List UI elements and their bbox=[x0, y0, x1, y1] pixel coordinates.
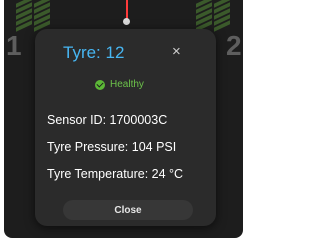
left-tyre-tread-2 bbox=[34, 0, 50, 32]
tyre-temperature-text: Tyre Temperature: 24 °C bbox=[47, 167, 184, 181]
right-tyre-tread-2 bbox=[214, 0, 230, 32]
sensor-id-text: Sensor ID: 1700003C bbox=[47, 113, 168, 127]
location-pin-line bbox=[126, 0, 128, 20]
right-tyre-number: 2 bbox=[226, 30, 242, 61]
tyre-details-dialog: Tyre: 12 × Healthy Sensor ID: 1700003C T… bbox=[35, 29, 216, 226]
close-icon[interactable]: × bbox=[172, 43, 181, 60]
tyre-pressure-text: Tyre Pressure: 104 PSI bbox=[47, 140, 177, 154]
left-tyre-tread bbox=[16, 0, 32, 32]
right-tyre-tread bbox=[196, 0, 212, 32]
dialog-title: Tyre: 12 bbox=[63, 43, 125, 62]
left-tyre-number: 1 bbox=[6, 30, 22, 61]
location-pin-dot bbox=[123, 18, 130, 25]
status-badge: Healthy bbox=[95, 79, 144, 90]
close-button[interactable]: Close bbox=[63, 200, 193, 220]
check-circle-icon bbox=[95, 79, 105, 90]
status-label: Healthy bbox=[110, 79, 144, 90]
